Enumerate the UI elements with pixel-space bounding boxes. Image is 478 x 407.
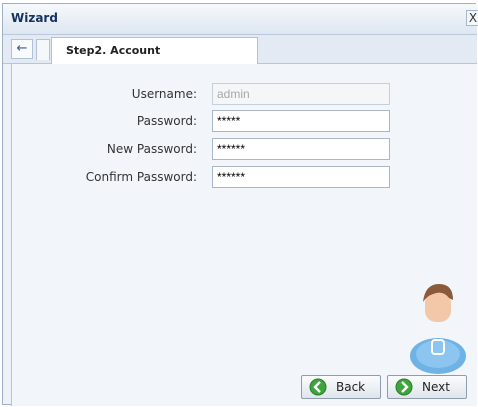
green-arrow-left-icon (309, 378, 327, 396)
wizard-window: Wizard X ← Step2. Account Username: Pass… (2, 3, 478, 406)
username-label: Username: (131, 87, 197, 101)
back-button[interactable]: Back (301, 375, 381, 399)
tab-label: Step2. Account (66, 44, 161, 57)
next-button-label: Next (422, 380, 450, 394)
next-button[interactable]: Next (387, 375, 467, 399)
tab-previous[interactable] (36, 39, 50, 60)
window-title: Wizard (11, 11, 58, 25)
tab-strip: ← Step2. Account (3, 35, 477, 64)
user-twitter-avatar-icon (410, 284, 466, 374)
title-bar: Wizard X (3, 4, 478, 35)
new-password-label: New Password: (106, 142, 197, 156)
arrow-left-icon[interactable]: ← (11, 39, 33, 59)
close-icon[interactable]: X (466, 10, 478, 26)
username-field[interactable] (212, 83, 390, 105)
new-password-field[interactable] (212, 138, 390, 160)
tab-step2-account[interactable]: Step2. Account (51, 37, 258, 64)
back-button-label: Back (336, 380, 366, 394)
confirm-password-label: Confirm Password: (85, 170, 197, 184)
green-arrow-right-icon (395, 378, 413, 396)
password-field[interactable] (212, 110, 390, 132)
password-label: Password: (136, 114, 197, 128)
confirm-password-field[interactable] (212, 166, 390, 188)
